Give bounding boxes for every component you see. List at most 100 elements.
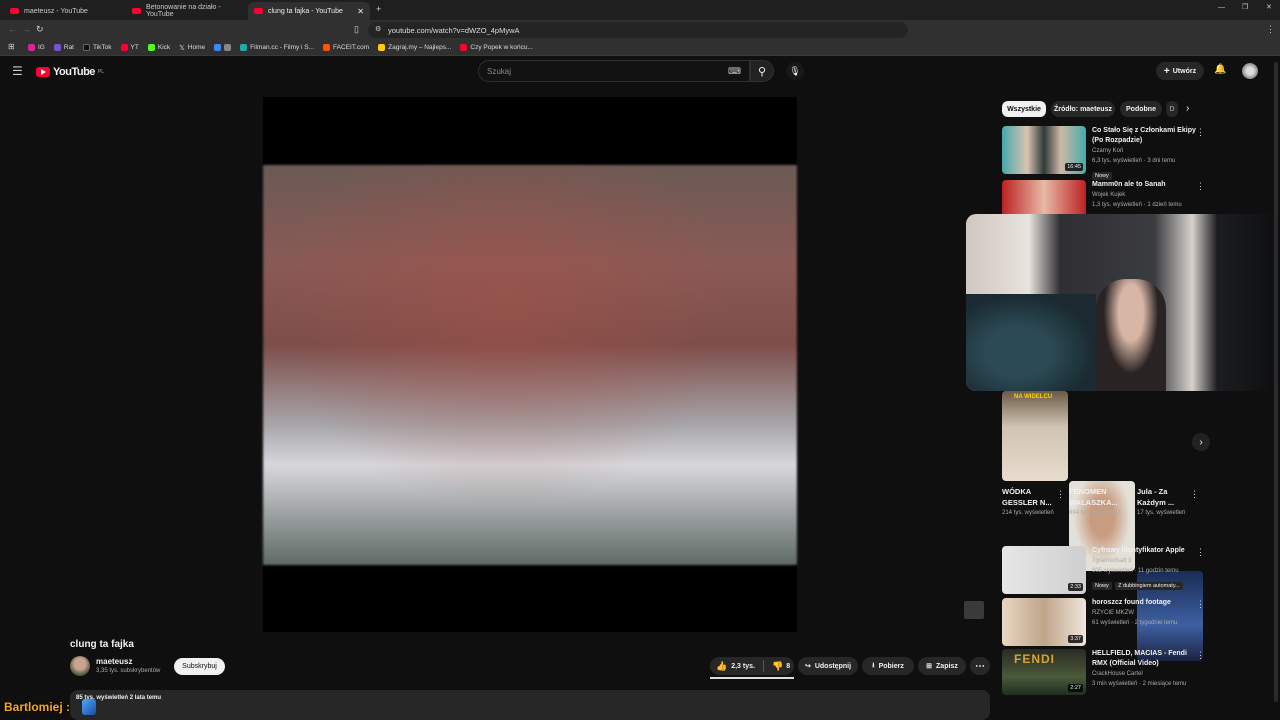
more-vert-icon[interactable]: ⋮	[1196, 127, 1205, 138]
chip-related[interactable]: Podobne	[1120, 101, 1162, 117]
video-title: clung ta fajka	[70, 639, 134, 650]
divider	[762, 660, 764, 672]
bookmark-popek[interactable]: Czy Popek w końcu...	[460, 44, 533, 51]
tab-title: clung ta fajka - YouTube	[268, 7, 343, 15]
search-placeholder: Szukaj	[487, 66, 512, 76]
tab-3-active[interactable]: clung ta fajka - YouTube ✕	[248, 2, 370, 20]
url-text: youtube.com/watch?v=dWZO_4pMywA	[388, 25, 520, 35]
search-input[interactable]: Szukaj ⌨	[478, 60, 750, 82]
bookmark-faceit[interactable]: FACEIT.com	[323, 44, 369, 51]
video-thumbnail: 2:33	[1002, 546, 1086, 594]
hamburger-menu-icon[interactable]: ☰	[12, 65, 23, 77]
back-icon[interactable]: ←	[8, 25, 17, 34]
new-tab-icon[interactable]: +	[376, 5, 381, 14]
youtube-logo[interactable]: YouTube PL	[36, 66, 104, 78]
subscribe-button[interactable]: Subskrybuj	[174, 658, 225, 675]
webcam-bed	[966, 294, 1096, 391]
like-button[interactable]: 👍 2,3 tys.	[716, 661, 755, 672]
list-item[interactable]: FENDI 2:27 HELLFIELD, MACIAS - Fendi RMX …	[1002, 649, 1202, 695]
keyboard-icon[interactable]: ⌨	[728, 66, 741, 77]
rec-meta: 1,3 tys. wyświetleń · 1 dzień temu	[1092, 202, 1182, 208]
close-tab-icon[interactable]: ✕	[357, 7, 364, 16]
apps-grid-icon[interactable]: ⊞	[8, 43, 15, 51]
webcam-overlay	[966, 214, 1280, 391]
shorts-next-button[interactable]: ›	[1192, 433, 1210, 451]
short-views: 894 tys. wyświetleń	[1069, 510, 1121, 516]
minimize-icon[interactable]: —	[1218, 4, 1225, 11]
youtube-icon	[120, 44, 128, 51]
more-vert-icon[interactable]: ⋮	[1123, 489, 1132, 500]
list-item[interactable]: 16:45 Co Stało Się z Członkami Ekipy (Po…	[1002, 126, 1202, 180]
subscriber-count: 3,35 tys. subskrybentów	[96, 668, 161, 674]
more-vert-icon[interactable]: ⋮	[1056, 489, 1065, 500]
short-item[interactable]: FENOMEN WALASZKA... 894 tys. wyświetleń	[1069, 486, 1121, 518]
video-thumbnail: FENDI 2:27	[1002, 649, 1086, 695]
tab-1[interactable]: maeteusz - YouTube	[4, 2, 124, 20]
rec-channel: CrackHouse Cartel	[1092, 671, 1143, 677]
bookmark-tiktok[interactable]: TikTok	[83, 44, 112, 51]
bookmark-label: TikTok	[93, 44, 112, 51]
chip-all[interactable]: Wszystkie	[1002, 101, 1046, 117]
create-button[interactable]: + Utwórz	[1156, 62, 1204, 80]
mini-preview	[964, 601, 984, 619]
more-vert-icon[interactable]: ⋮	[1196, 181, 1205, 192]
more-vert-icon[interactable]: ⋮	[1196, 547, 1205, 558]
browser-tab-bar: maeteusz - YouTube Betonowanie na działo…	[0, 0, 1280, 20]
more-actions-button[interactable]: ⋯	[970, 657, 990, 675]
maximize-icon[interactable]: ❐	[1242, 4, 1248, 11]
channel-name[interactable]: maeteusz	[96, 657, 132, 666]
download-icon: ⭳	[872, 661, 875, 669]
chip-from-channel[interactable]: Źródło: maeteusz	[1051, 101, 1115, 117]
list-item[interactable]: 2:33 Cyfrowy identyfikator Apple 7gramso…	[1002, 546, 1202, 594]
dislike-button[interactable]: 👎 8	[772, 661, 790, 672]
chip-more[interactable]: D	[1166, 101, 1178, 117]
translate-icon	[214, 44, 222, 51]
bookmark-home[interactable]: 𝕏 Home	[179, 44, 205, 52]
search-button[interactable]: ⚲	[750, 60, 774, 82]
tab-2[interactable]: Betonowanie na działo - YouTube	[126, 2, 246, 20]
list-item[interactable]: 3:37 horoszcz found footage RZYCIE MKZW …	[1002, 598, 1202, 646]
url-field[interactable]: youtube.com/watch?v=dWZO_4pMywA	[368, 22, 908, 38]
chevron-right-icon: ›	[1199, 436, 1203, 448]
list-item[interactable]: Mamm0n ale to Sanah Wojek Kujek 1,3 tys.…	[1002, 180, 1202, 214]
like-ratio-bar	[710, 677, 794, 679]
bookmark-yt[interactable]: YT	[120, 44, 139, 51]
description-box[interactable]: 85 tys. wyświetleń 2 lata temu	[70, 690, 990, 720]
chevron-right-icon[interactable]: ›	[1186, 103, 1189, 114]
more-vert-icon[interactable]: ⋮	[1196, 599, 1205, 610]
more-vert-icon[interactable]: ⋮	[1196, 650, 1205, 661]
save-button[interactable]: ⊞ Zapisz	[918, 657, 966, 675]
page-scrollbar[interactable]	[1274, 62, 1278, 702]
bookmark-kick[interactable]: Kick	[147, 44, 170, 51]
bookmark-translate[interactable]	[214, 44, 232, 51]
short-item[interactable]: WÓDKA GESSLER N... 214 tys. wyświetleń	[1002, 486, 1054, 518]
short-item[interactable]: Jula - Za Każdym ... 17 tys. wyświetleń	[1137, 486, 1189, 518]
x-icon: 𝕏	[179, 44, 185, 52]
window-close-icon[interactable]: ✕	[1266, 4, 1272, 11]
bookmark-rat[interactable]: Rat	[53, 44, 74, 51]
bookmark-ig[interactable]: IG	[28, 44, 45, 51]
short-thumbnail[interactable]: NA WIDELCU	[1002, 391, 1068, 481]
menu-icon[interactable]: ⋮	[1266, 25, 1275, 34]
avatar[interactable]	[1242, 63, 1258, 79]
bookmark-zagraj[interactable]: Zagraj.my – Najleps...	[378, 44, 451, 51]
voice-search-button[interactable]: 🎙	[786, 62, 804, 80]
bookmark-label: FACEIT.com	[333, 44, 370, 51]
reload-icon[interactable]: ↻	[36, 25, 44, 34]
more-vert-icon[interactable]: ⋮	[1190, 489, 1199, 500]
microphone-icon: 🎙	[789, 65, 801, 76]
site-info-icon[interactable]: ⚙	[375, 26, 381, 33]
download-button[interactable]: ⭳ Pobierz	[862, 657, 914, 675]
notifications-bell-icon[interactable]: 🔔	[1214, 64, 1226, 75]
share-button[interactable]: ↪ Udostępnij	[798, 657, 858, 675]
channel-avatar[interactable]	[70, 656, 90, 676]
rec-title: Co Stało Się z Członkami Ekipy (Po Rozpa…	[1092, 127, 1196, 144]
youtube-icon	[460, 44, 468, 51]
rec-channel: RZYCIE MKZW	[1092, 610, 1134, 616]
search-icon: ⚲	[757, 65, 767, 78]
bookmark-filman[interactable]: Filman.cc - Filmy i S...	[240, 44, 314, 51]
forward-icon[interactable]: →	[22, 25, 31, 34]
new-badge: Nowy	[1092, 582, 1112, 590]
bookmark-icon[interactable]: ▯	[354, 25, 359, 34]
tab-title: maeteusz - YouTube	[24, 7, 88, 15]
